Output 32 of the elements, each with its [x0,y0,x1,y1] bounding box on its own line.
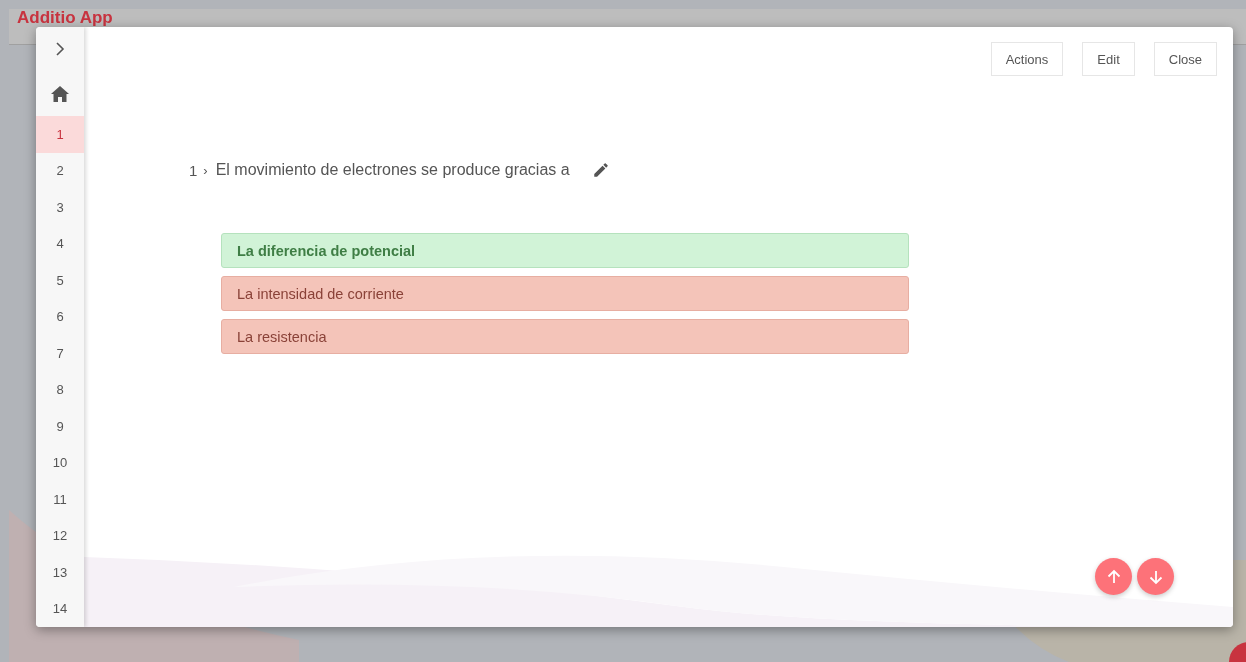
question-number: 1 [189,161,198,179]
question-number-item[interactable]: 14 [36,590,84,627]
floating-button-edge[interactable] [1229,642,1246,662]
toolbar-button[interactable]: Actions [990,42,1064,76]
question-number-item[interactable]: 9 [36,408,84,445]
question-number-item[interactable]: 1 [36,116,84,153]
home-icon[interactable] [51,85,69,102]
arrow-up-icon [1105,568,1122,585]
separator-glyph: › [203,162,208,178]
toolbar-button[interactable]: Edit [1082,42,1135,76]
question-text: El movimiento de electrones se produce gracias a [215,161,570,179]
pencil-icon[interactable] [591,161,610,179]
question-number-item[interactable]: 7 [36,335,84,372]
question-number-item[interactable]: 6 [36,298,84,335]
question-number-item[interactable]: 10 [36,444,84,481]
question-number-item[interactable]: 3 [36,189,84,226]
answer-option: La intensidad de corriente [221,276,909,311]
toolbar-button[interactable]: Close [1153,42,1217,76]
answer-option: La resistencia [221,319,909,354]
answer-option: La diferencia de potencial [221,233,909,268]
question-number-item[interactable]: 2 [36,152,84,189]
question-number-item[interactable]: 4 [36,225,84,262]
question-number-item[interactable]: 12 [36,517,84,554]
question-number-item[interactable]: 11 [36,481,84,518]
question-number-item[interactable]: 13 [36,554,84,591]
scroll-down-button[interactable] [1137,558,1174,595]
question-number-item[interactable]: 5 [36,262,84,299]
scroll-up-button[interactable] [1095,558,1132,595]
chevron-right-icon[interactable] [55,42,65,57]
app-title: Additio App [17,9,113,27]
arrow-down-icon [1147,568,1164,585]
question-number-item[interactable]: 8 [36,371,84,408]
